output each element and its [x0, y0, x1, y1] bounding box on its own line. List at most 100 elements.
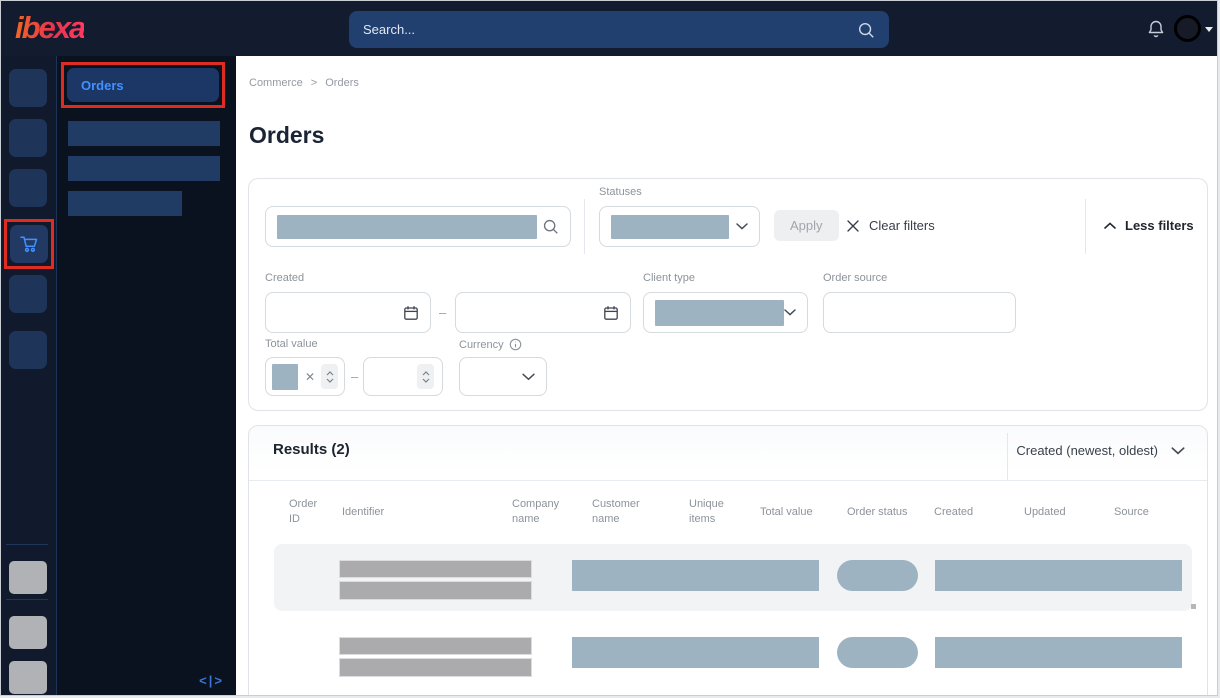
order-row[interactable]	[274, 544, 1192, 611]
sort-label: Created (newest, oldest)	[1016, 443, 1158, 458]
column-header-company-name: Company name	[512, 498, 560, 525]
sidebar-bottom-item[interactable]	[9, 616, 47, 649]
redacted-status-pill	[837, 560, 918, 591]
statuses-label: Statuses	[599, 186, 642, 198]
created-to-input[interactable]	[455, 292, 631, 333]
global-search	[349, 11, 889, 48]
total-value-to-input[interactable]	[363, 357, 443, 396]
chevron-up-icon	[1104, 222, 1116, 229]
sidebar-bottom-item[interactable]	[9, 661, 47, 694]
results-panel: Results (2) Created (newest, oldest) Ord…	[248, 425, 1208, 695]
total-value-from-input[interactable]: ✕	[265, 357, 345, 396]
annotation-highlight-orders: Orders	[61, 62, 225, 108]
total-value-label: Total value	[265, 338, 318, 350]
subnav-item-orders[interactable]: Orders	[67, 68, 219, 102]
user-avatar[interactable]	[1174, 15, 1201, 42]
sidebar-item-placeholder[interactable]	[9, 169, 47, 207]
secondary-sidebar: Orders <|>	[57, 56, 236, 695]
statuses-dropdown[interactable]	[599, 206, 760, 247]
column-header-source: Source	[1114, 505, 1149, 518]
results-header-divider	[249, 480, 1207, 481]
chevron-down-icon	[736, 223, 748, 230]
created-label: Created	[265, 272, 305, 284]
calendar-icon[interactable]	[603, 305, 619, 321]
redacted-customer	[572, 637, 819, 668]
less-filters-label: Less filters	[1125, 218, 1194, 233]
less-filters-toggle[interactable]: Less filters	[1104, 210, 1194, 241]
order-source-input[interactable]	[823, 292, 1016, 333]
clear-filters-button[interactable]: Clear filters	[846, 210, 935, 241]
annotation-highlight-commerce	[4, 219, 54, 269]
clear-value-icon[interactable]: ✕	[305, 371, 315, 383]
redacted-status-pill	[837, 637, 918, 668]
main-content: Commerce > Orders Orders Statuses Apply	[236, 56, 1217, 695]
notifications-bell-icon[interactable]	[1147, 19, 1165, 39]
filter-divider	[584, 199, 585, 254]
sidebar-item-placeholder[interactable]	[9, 119, 47, 157]
redacted-dates	[935, 560, 1182, 591]
sidebar-item-placeholder[interactable]	[9, 331, 47, 369]
sidebar-item-commerce[interactable]	[10, 225, 48, 263]
column-header-created: Created	[934, 505, 974, 518]
column-header-updated: Updated	[1024, 505, 1066, 518]
breadcrumb: Commerce > Orders	[249, 77, 359, 89]
ibexa-logo[interactable]: ibexa	[15, 10, 86, 46]
breadcrumb-orders: Orders	[325, 77, 359, 89]
subnav-item-placeholder[interactable]	[68, 191, 182, 216]
breadcrumb-separator: >	[310, 77, 318, 89]
column-header-identifier: Identifier	[342, 505, 385, 518]
chevron-down-icon	[1171, 446, 1185, 454]
close-icon	[847, 219, 859, 232]
breadcrumb-commerce[interactable]: Commerce	[249, 77, 303, 89]
client-type-label: Client type	[643, 272, 695, 284]
sidebar-divider	[6, 544, 48, 545]
redacted-identifier	[339, 560, 532, 578]
search-icon[interactable]	[857, 21, 875, 39]
column-header-customer-name: Customer name	[592, 498, 640, 525]
subnav-item-placeholder[interactable]	[68, 121, 220, 146]
column-header-order-id: Order ID	[289, 498, 318, 525]
redacted-identifier	[339, 658, 532, 677]
filter-search-input[interactable]	[265, 206, 571, 247]
resize-handle-dot	[1191, 604, 1196, 609]
global-search-input[interactable]	[363, 22, 847, 37]
number-stepper[interactable]	[321, 364, 338, 389]
client-type-dropdown[interactable]	[643, 292, 808, 333]
search-icon[interactable]	[542, 218, 559, 235]
redacted-identifier	[339, 581, 532, 600]
sidebar-item-placeholder[interactable]	[9, 275, 47, 313]
calendar-icon[interactable]	[403, 305, 419, 321]
date-range-separator: –	[439, 305, 447, 320]
main-sidebar	[1, 56, 57, 695]
column-header-order-status: Order status	[847, 505, 908, 518]
redacted-customer	[572, 560, 819, 591]
collapse-sidebar-icon[interactable]: <|>	[199, 673, 224, 688]
page-title: Orders	[249, 122, 325, 148]
shopping-cart-icon	[20, 236, 38, 252]
topbar: ibexa	[1, 1, 1217, 56]
sidebar-bottom-item[interactable]	[9, 561, 47, 594]
column-header-total-value: Total value	[760, 505, 813, 518]
sidebar-item-placeholder[interactable]	[9, 69, 47, 107]
redacted-dates	[935, 637, 1182, 668]
subnav-item-placeholder[interactable]	[68, 156, 220, 181]
currency-dropdown[interactable]	[459, 357, 547, 396]
user-menu-caret-icon[interactable]	[1205, 27, 1213, 32]
currency-label: Currency	[459, 338, 522, 351]
order-row[interactable]	[274, 621, 1192, 688]
number-stepper[interactable]	[417, 364, 434, 389]
filters-panel: Statuses Apply Clear filters Less filter…	[248, 178, 1208, 411]
redacted-client-type-value	[655, 299, 784, 326]
column-header-unique-items: Unique items	[689, 498, 724, 525]
sort-dropdown[interactable]: Created (newest, oldest)	[1016, 443, 1185, 458]
created-from-input[interactable]	[265, 292, 431, 333]
info-icon[interactable]	[509, 338, 522, 351]
order-source-label: Order source	[823, 272, 888, 284]
redacted-identifier	[339, 637, 532, 655]
apply-button[interactable]: Apply	[774, 210, 839, 241]
sidebar-divider	[6, 599, 48, 600]
clear-filters-label: Clear filters	[869, 218, 935, 233]
redacted-total-value	[272, 363, 298, 390]
results-title: Results (2)	[273, 441, 350, 458]
chevron-down-icon	[522, 373, 535, 380]
